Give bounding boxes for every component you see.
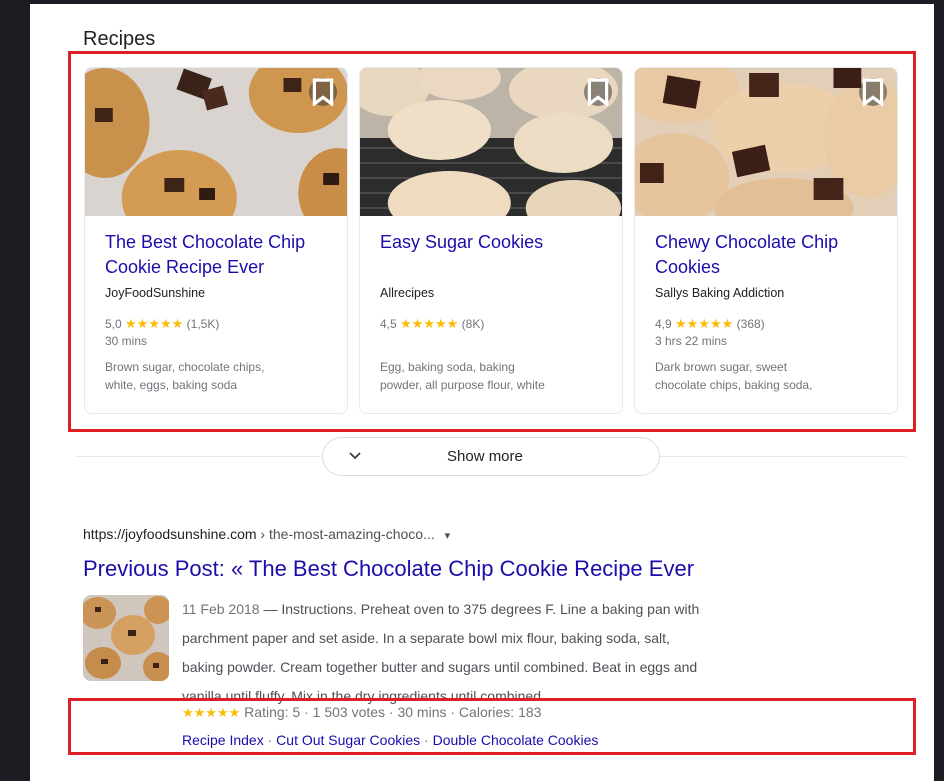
url-path: › the-most-amazing-choco...	[256, 526, 435, 542]
snippet-text: — Instructions. Preheat oven to 375 degr…	[259, 601, 700, 617]
result-title-link[interactable]: Previous Post: « The Best Chocolate Chip…	[83, 556, 694, 582]
show-more-label: Show more	[447, 448, 523, 465]
snippet-line: baking powder. Cream together butter and…	[182, 659, 698, 675]
divider	[76, 456, 322, 457]
snippet-line: 11 Feb 2018 — Instructions. Preheat oven…	[182, 595, 832, 624]
result-thumbnail[interactable]	[83, 595, 169, 681]
highlight-box	[68, 698, 916, 755]
url-domain: https://joyfoodsunshine.com	[83, 526, 257, 542]
highlight-box	[68, 51, 916, 432]
dropdown-arrow-icon[interactable]: ▾	[445, 530, 451, 542]
snippet-line: parchment paper and set aside. In a sepa…	[182, 630, 670, 646]
chevron-down-icon	[347, 447, 363, 468]
result-snippet: 11 Feb 2018 — Instructions. Preheat oven…	[182, 595, 832, 711]
result-url[interactable]: https://joyfoodsunshine.com › the-most-a…	[83, 526, 450, 542]
result-date: 11 Feb 2018	[182, 601, 260, 617]
show-more-button[interactable]: Show more	[322, 437, 660, 476]
divider	[660, 456, 906, 457]
section-title: Recipes	[83, 28, 156, 50]
